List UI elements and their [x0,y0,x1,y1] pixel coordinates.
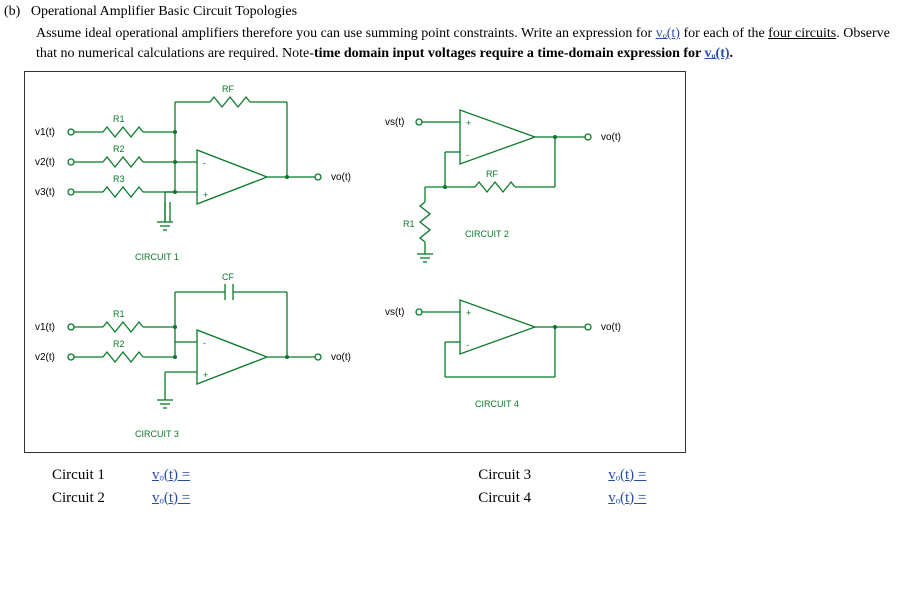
c2-vo-label: vo(t) [601,132,621,143]
plus-icon: + [203,190,208,200]
answer-c2-lhs: vₒ(t) = [152,490,190,507]
c1-r3-label: R3 [113,174,125,184]
minus-icon: - [466,150,469,160]
vo-t-link-2[interactable]: vₒ(t) [705,46,730,61]
c2-vs-label: vs(t) [385,117,404,128]
c3-v2-label: v2(t) [35,352,55,363]
c1-v2-label: v2(t) [35,157,55,168]
plus-icon: + [466,308,471,318]
c2-rf-label: RF [486,169,498,179]
section-title: Operational Amplifier Basic Circuit Topo… [31,4,297,19]
c4-vs-label: vs(t) [385,307,404,318]
circuit-2: vs(t) + - RF R1 [385,110,621,262]
c2-r1-label: R1 [403,219,415,229]
answer-c2-name: Circuit 2 [52,490,152,507]
c1-ground [157,192,197,230]
para-text-1: Assume ideal operational amplifiers ther… [36,26,656,41]
answer-c3-lhs-text: vₒ(t) = [608,467,646,483]
c3-v1-label: v1(t) [35,322,55,333]
bold-note: time domain input voltages require a tim… [314,46,705,61]
answer-c3-lhs: vₒ(t) = [608,467,646,484]
circuits-svg: .w { stroke:#0a7a2a; stroke-width:1.3; f… [25,72,685,452]
c3-caption: CIRCUIT 3 [135,429,179,439]
c3-vo-label: vo(t) [331,352,351,363]
c1-caption: CIRCUIT 1 [135,252,179,262]
c4-vo-label: vo(t) [601,322,621,333]
answer-c4-lhs: vₒ(t) = [608,490,646,507]
minus-icon: - [203,338,206,348]
answer-c1-name: Circuit 1 [52,467,152,484]
c3-r1-label: R1 [113,309,125,319]
part-label: (b) [4,4,20,19]
problem-paragraph: Assume ideal operational amplifiers ther… [36,24,913,65]
para-end: . [730,46,734,61]
minus-icon: - [466,340,469,350]
c1-r2-label: R2 [113,144,125,154]
c1-rf-label: RF [222,84,234,94]
answer-c4-lhs-text: vₒ(t) = [608,490,646,506]
c1-v1-label: v1(t) [35,127,55,138]
plus-icon: + [466,118,471,128]
answer-c3-name: Circuit 3 [478,467,608,484]
c1-r1-label: R1 [113,114,125,124]
circuit-3: v1(t) R1 v2(t) R2 CF [35,272,351,439]
c3-cf-label: CF [222,272,234,282]
answer-c1-lhs: vₒ(t) = [152,467,190,484]
c4-caption: CIRCUIT 4 [475,399,519,409]
circuits-box: .w { stroke:#0a7a2a; stroke-width:1.3; f… [24,71,686,453]
para-text-2: for each of the [680,26,768,41]
c1-vo-label: vo(t) [331,172,351,183]
plus-icon: + [203,370,208,380]
circuit-4: vs(t) + - vo(t) CIRCUIT 4 [385,300,621,409]
four-circuits-underline: four circuits [768,26,836,41]
minus-icon: - [203,158,206,168]
c2-caption: CIRCUIT 2 [465,229,509,239]
answers-block: Circuit 1 vₒ(t) = Circuit 2 vₒ(t) = Circ… [24,461,844,507]
c3-r2-label: R2 [113,339,125,349]
c1-v3-label: v3(t) [35,187,55,198]
vo-t-link-1[interactable]: vₒ(t) [656,26,680,41]
circuit-1: v1(t) R1 v2(t) R2 v3(t) R3 [35,84,351,262]
answer-c4-name: Circuit 4 [478,490,608,507]
